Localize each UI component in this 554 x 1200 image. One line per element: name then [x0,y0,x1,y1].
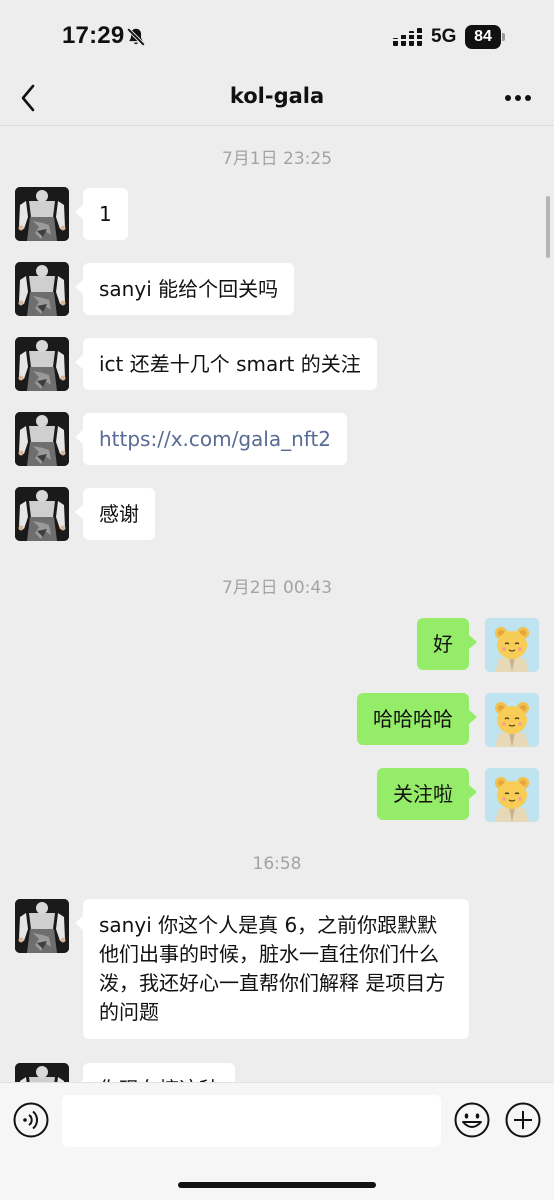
status-time: 17:29 [62,22,125,49]
chat-title: kol-gala [229,84,325,108]
my-avatar[interactable] [485,618,539,672]
contact-avatar[interactable] [15,187,69,241]
message-bubble-incoming[interactable]: 感谢 [75,488,155,540]
plus-button[interactable] [504,1101,542,1139]
signal-icon [393,28,423,46]
my-avatar[interactable] [485,768,539,822]
my-avatar[interactable] [485,693,539,747]
nav-bar: kol-gala [0,70,554,126]
message-bubble-incoming[interactable]: ict 还差十几个 smart 的关注 [75,338,377,390]
message-bubble-incoming[interactable]: https://x.com/gala_nft2 [74,413,348,465]
message-link[interactable]: https://x.com/gala_nft2 [99,427,331,451]
bell-slash-icon [126,27,146,47]
message-list[interactable]: 7月1日 23:25 1 sanyi 能给个回关吗 ict 还差十几个 smar… [0,127,554,1082]
contact-avatar[interactable] [15,412,69,466]
message-bubble-incoming[interactable]: sanyi 能给个回关吗 [74,263,295,315]
timestamp: 7月1日 23:25 [221,149,333,169]
battery-level: 84 [465,25,501,49]
more-icon [505,95,531,101]
voice-button[interactable] [12,1101,50,1139]
battery-icon: 84 [465,25,505,49]
message-bubble-incoming[interactable]: sanyi 你这个人是真 6，之前你跟默默他们出事的时候，脏水一直往你们什么泼，… [75,899,469,1039]
status-bar: 17:29 5G 84 [0,0,554,70]
emoji-button[interactable] [453,1101,491,1139]
voice-icon [13,1102,49,1138]
battery-tip [502,33,505,41]
plus-icon [505,1102,541,1138]
message-bubble-outgoing[interactable]: 好 [417,618,477,670]
timestamp: 16:58 [252,854,302,874]
more-button[interactable] [496,80,540,116]
scrollbar[interactable] [546,196,550,258]
network-type: 5G [431,26,457,47]
message-bubble-incoming[interactable]: 你现在搞这种 [75,1063,235,1082]
contact-avatar[interactable] [15,1063,69,1082]
message-bubble-outgoing[interactable]: 关注啦 [377,768,477,820]
contact-avatar[interactable] [15,337,69,391]
contact-avatar[interactable] [15,899,69,953]
home-indicator[interactable] [178,1182,376,1188]
message-bubble-incoming[interactable]: 1 [75,188,128,240]
message-input[interactable] [62,1095,441,1147]
contact-avatar[interactable] [15,487,69,541]
contact-avatar[interactable] [15,262,69,316]
timestamp: 7月2日 00:43 [221,578,333,598]
message-bubble-outgoing[interactable]: 哈哈哈哈 [357,693,477,745]
emoji-icon [454,1102,490,1138]
